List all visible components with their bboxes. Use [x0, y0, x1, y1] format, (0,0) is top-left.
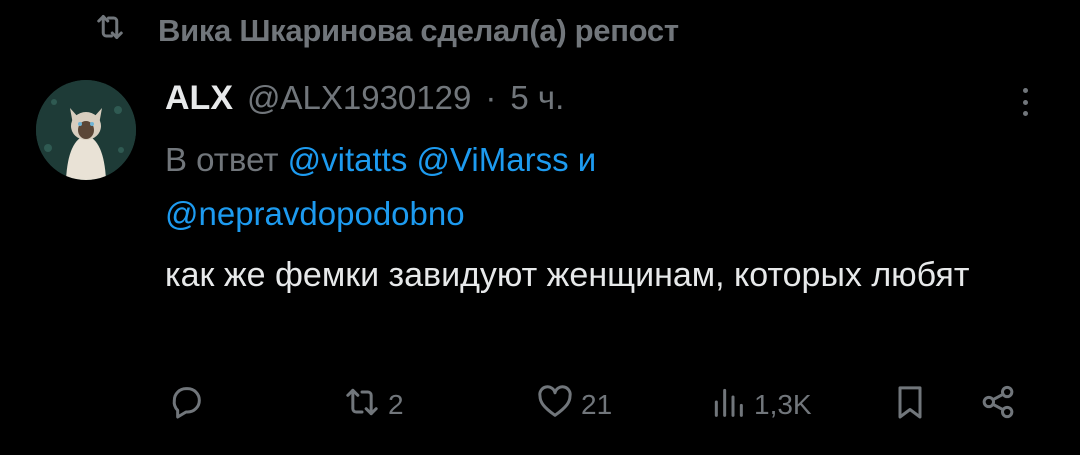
author-handle[interactable]: @ALX1930129 — [247, 79, 471, 117]
retweet-button[interactable]: 2 — [342, 380, 404, 430]
reply-and: и — [577, 141, 597, 178]
reply-icon — [166, 382, 206, 429]
repost-icon — [92, 9, 128, 53]
like-button[interactable]: 21 — [535, 380, 612, 430]
retweet-icon — [342, 382, 382, 429]
views-button[interactable]: 1,3K — [708, 380, 812, 430]
like-count: 21 — [581, 389, 613, 420]
bookmark-button[interactable] — [890, 380, 930, 430]
reply-button[interactable] — [166, 380, 206, 430]
repost-context[interactable]: Вика Шкаринова сделал(а) репост — [92, 6, 679, 56]
more-options-icon[interactable] — [1010, 84, 1040, 120]
share-icon — [978, 382, 1018, 429]
views-count: 1,3K — [754, 389, 812, 420]
reply-prefix: В ответ — [165, 141, 279, 178]
tweet-header: ALX @ALX1930129 · 5 ч. — [165, 72, 564, 124]
avatar[interactable] — [36, 80, 136, 180]
views-icon — [708, 382, 748, 429]
reply-to-line: В ответ @vitatts @ViMarss и @nepravdopod… — [165, 133, 965, 241]
author-name[interactable]: ALX — [165, 79, 233, 118]
heart-icon — [535, 382, 575, 429]
bookmark-icon — [890, 382, 930, 429]
tweet-text: как же фемки завидуют женщинам, которых … — [165, 256, 970, 294]
mention-link[interactable]: @nepravdopodobno — [165, 195, 465, 232]
mention-link[interactable]: @vitatts — [288, 141, 408, 178]
separator-dot: · — [485, 79, 497, 116]
action-bar: 2 21 1,3K — [160, 380, 1040, 430]
share-button[interactable] — [978, 380, 1018, 430]
retweet-count: 2 — [388, 389, 404, 420]
mention-link[interactable]: @ViMarss — [417, 141, 569, 178]
timestamp[interactable]: 5 ч. — [510, 79, 564, 117]
repost-text: Вика Шкаринова сделал(а) репост — [158, 13, 679, 48]
